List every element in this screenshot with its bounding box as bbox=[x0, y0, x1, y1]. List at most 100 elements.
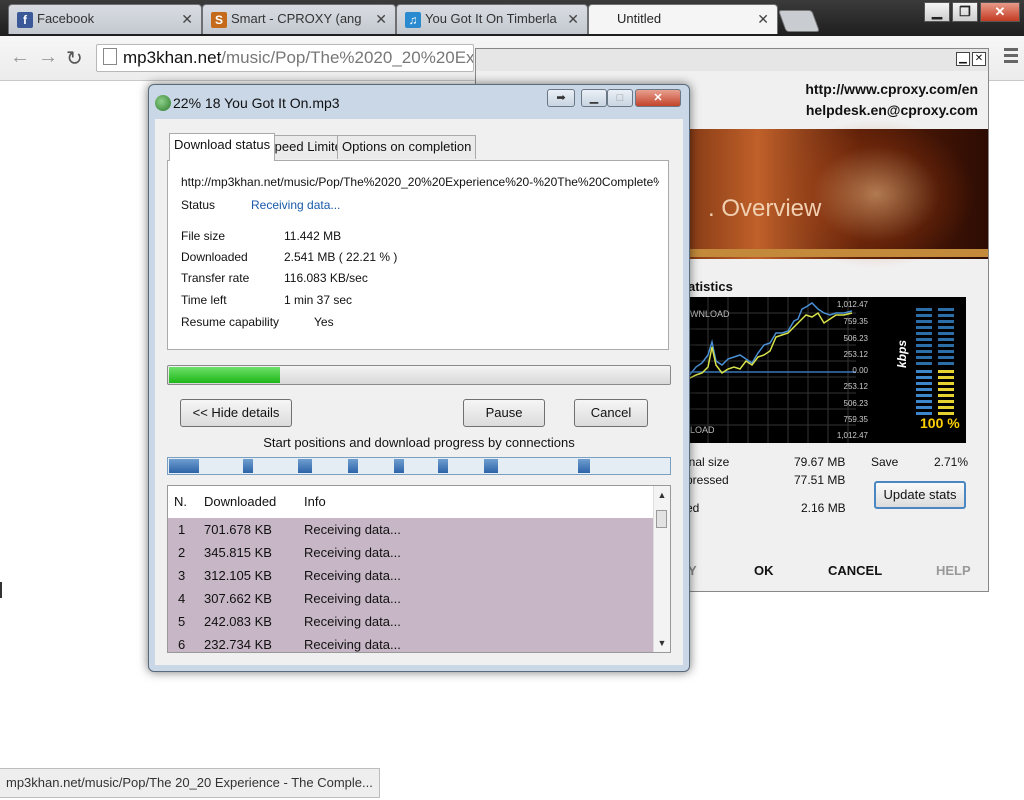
cproxy-email[interactable]: helpdesk.en@cproxy.com bbox=[805, 100, 978, 121]
close-icon[interactable]: ✕ bbox=[181, 5, 193, 33]
table-row[interactable]: 5 242.083 KB Receiving data... bbox=[168, 610, 654, 632]
connection-segment bbox=[394, 459, 404, 473]
time-left-label: Time left bbox=[181, 293, 227, 307]
cancel-download-button[interactable]: Cancel bbox=[574, 399, 648, 427]
page-icon bbox=[103, 48, 117, 65]
connections-progress-bar bbox=[167, 457, 671, 475]
row-n: 3 bbox=[178, 568, 186, 583]
downloaded-label: Downloaded bbox=[181, 250, 248, 264]
column-header-info[interactable]: Info bbox=[304, 494, 326, 509]
download-dialog: 22% 18 You Got It On.mp3 ➡ ▁ □ ✕ Downloa… bbox=[148, 84, 690, 672]
tab-you-got-it-on[interactable]: ♫ You Got It On Timberlake ✕ bbox=[396, 4, 588, 34]
tab-options-on-completion[interactable]: Options on completion bbox=[337, 135, 477, 159]
connection-segment bbox=[578, 459, 590, 473]
banner-glow bbox=[776, 119, 976, 269]
new-tab-button[interactable] bbox=[777, 10, 821, 32]
table-row[interactable]: 4 307.662 KB Receiving data... bbox=[168, 587, 654, 609]
save-percent: 2.71% bbox=[934, 455, 969, 469]
scroll-down-icon[interactable]: ▼ bbox=[654, 638, 670, 648]
cproxy-close-button[interactable]: ✕ bbox=[972, 52, 986, 66]
axis-tick: 759.35 bbox=[843, 317, 868, 326]
back-arrow-icon[interactable]: ← bbox=[10, 46, 30, 69]
download-progress-bar bbox=[167, 365, 671, 385]
pause-button[interactable]: Pause bbox=[463, 399, 545, 427]
meter-left-level bbox=[916, 367, 932, 417]
transfer-rate-label: Transfer rate bbox=[181, 271, 250, 285]
dialog-title: 22% 18 You Got It On.mp3 bbox=[173, 95, 340, 111]
progress-fill bbox=[169, 367, 280, 383]
connection-segment bbox=[438, 459, 448, 473]
axis-tick: 253.12 bbox=[843, 382, 868, 391]
headphones-icon: ♫ bbox=[405, 12, 421, 28]
status-label: Status bbox=[181, 198, 216, 212]
dialog-minimize-button[interactable]: ▁ bbox=[581, 89, 607, 107]
row-info: Receiving data... bbox=[304, 568, 401, 583]
axis-tick: 1,012.47 bbox=[836, 431, 868, 440]
move-to-tray-button[interactable]: ➡ bbox=[547, 89, 575, 107]
saved-value: 2.16 MB bbox=[801, 501, 846, 515]
cproxy-url[interactable]: http://www.cproxy.com/en bbox=[805, 79, 978, 100]
tab-untitled[interactable]: Untitled ✕ bbox=[588, 4, 778, 34]
cancel-button[interactable]: CANCEL bbox=[828, 563, 882, 578]
tab-title: Untitled bbox=[617, 11, 662, 26]
meter-percent: 100 % bbox=[920, 415, 960, 431]
window-restore-button[interactable]: ❐ bbox=[952, 2, 978, 22]
dialog-body: Download status Speed Limiter Options on… bbox=[155, 119, 683, 665]
axis-tick: 506.23 bbox=[843, 334, 868, 343]
row-info: Receiving data... bbox=[304, 591, 401, 606]
tab-title: Smart - CPROXY (ang hindi bbox=[231, 11, 365, 26]
close-icon[interactable]: ✕ bbox=[757, 5, 769, 33]
time-left-value: 1 min 37 sec bbox=[284, 293, 353, 307]
traffic-chart: WNLOAD LOAD 1,012.47 759.35 506.23 253.1… bbox=[688, 297, 966, 443]
kbps-label: kbps bbox=[895, 339, 910, 369]
forward-arrow-icon[interactable]: → bbox=[38, 46, 58, 69]
row-info: Receiving data... bbox=[304, 614, 401, 629]
column-header-n[interactable]: N. bbox=[174, 494, 187, 509]
table-row[interactable]: 6 232.734 KB Receiving data... bbox=[168, 633, 654, 652]
compressed-label: pressed bbox=[686, 473, 729, 487]
browser-tab-strip: f Facebook ✕ S Smart - CPROXY (ang hindi… bbox=[0, 0, 1024, 36]
connection-segment bbox=[243, 459, 253, 473]
file-size-label: File size bbox=[181, 229, 226, 243]
row-info: Receiving data... bbox=[304, 637, 401, 652]
url-input[interactable]: mp3khan.net/music/Pop/The%2020_20%20Expe… bbox=[96, 44, 474, 72]
tab-download-status[interactable]: Download status bbox=[169, 133, 276, 161]
window-minimize-button[interactable]: ▁ bbox=[924, 2, 950, 22]
menu-icon[interactable] bbox=[1004, 48, 1018, 66]
row-downloaded: 312.105 KB bbox=[204, 568, 272, 583]
resume-capability-value: Yes bbox=[314, 315, 334, 329]
table-row[interactable]: 3 312.105 KB Receiving data... bbox=[168, 564, 654, 586]
scroll-up-icon[interactable]: ▲ bbox=[654, 490, 670, 500]
ok-button[interactable]: OK bbox=[754, 563, 774, 578]
window-close-button[interactable]: ✕ bbox=[980, 2, 1020, 22]
connection-segment bbox=[484, 459, 498, 473]
reload-icon[interactable]: ↻ bbox=[66, 46, 83, 71]
close-icon[interactable]: ✕ bbox=[567, 5, 579, 33]
statistics-title: atistics bbox=[688, 279, 733, 294]
url-path: /music/Pop/The%2020_20%20Experi bbox=[221, 48, 474, 67]
axis-tick: 1,012.47 bbox=[836, 300, 868, 309]
close-icon[interactable]: ✕ bbox=[375, 5, 387, 33]
tab-facebook[interactable]: f Facebook ✕ bbox=[8, 4, 202, 34]
meter-right-level bbox=[938, 367, 954, 417]
dialog-close-button[interactable]: ✕ bbox=[635, 89, 681, 107]
help-button[interactable]: HELP bbox=[936, 563, 971, 578]
download-url: http://mp3khan.net/music/Pop/The%2020_20… bbox=[181, 175, 659, 189]
cproxy-minimize-button[interactable]: ▁ bbox=[956, 52, 970, 66]
hide-details-button[interactable]: << Hide details bbox=[180, 399, 292, 427]
tab-title: Facebook bbox=[37, 11, 95, 26]
update-stats-button[interactable]: Update stats bbox=[874, 481, 966, 509]
download-label: LOAD bbox=[690, 425, 715, 435]
row-n: 4 bbox=[178, 591, 186, 606]
tab-cproxy[interactable]: S Smart - CPROXY (ang hindi ✕ bbox=[202, 4, 396, 34]
scroll-thumb[interactable] bbox=[656, 510, 667, 528]
cproxy-contact: http://www.cproxy.com/en helpdesk.en@cpr… bbox=[805, 79, 978, 121]
table-row[interactable]: 1 701.678 KB Receiving data... bbox=[168, 518, 654, 540]
dialog-maximize-button[interactable]: □ bbox=[607, 89, 633, 107]
table-row[interactable]: 2 345.815 KB Receiving data... bbox=[168, 541, 654, 563]
cproxy-icon: S bbox=[211, 12, 227, 28]
table-scrollbar[interactable]: ▲ ▼ bbox=[653, 486, 670, 652]
row-n: 2 bbox=[178, 545, 186, 560]
column-header-downloaded[interactable]: Downloaded bbox=[204, 494, 276, 509]
connection-segment bbox=[298, 459, 312, 473]
